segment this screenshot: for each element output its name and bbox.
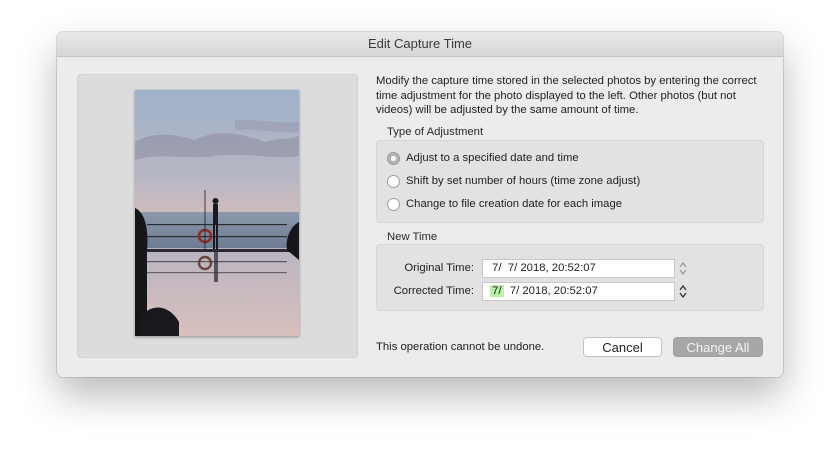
radio-shift-hours-label: Shift by set number of hours (time zone … xyxy=(406,175,641,187)
radio-shift-hours[interactable]: Shift by set number of hours (time zone … xyxy=(387,172,640,190)
radio-button[interactable] xyxy=(387,174,400,188)
corrected-time-rest: 7/ 2018, 20:52:07 xyxy=(503,285,598,297)
corrected-time-label: Corrected Time: xyxy=(393,285,474,297)
corrected-month-selected[interactable]: 7/ xyxy=(490,285,504,297)
radio-button-selected[interactable] xyxy=(387,151,400,165)
radio-file-creation-date-label: Change to file creation date for each im… xyxy=(406,198,623,210)
edit-capture-time-dialog: Edit Capture Time Modify the capture tim… xyxy=(57,32,783,377)
radio-file-creation-date[interactable]: Change to file creation date for each im… xyxy=(387,195,622,213)
corrected-time-stepper[interactable] xyxy=(678,283,688,300)
radio-specified-date[interactable]: Adjust to a specified date and time xyxy=(387,149,579,167)
photo-preview-panel xyxy=(77,74,358,358)
undo-warning: This operation cannot be undone. xyxy=(376,341,545,353)
original-time-field: 7/ 7/ 2018, 20:52:07 xyxy=(482,259,675,278)
change-all-button[interactable]: Change All xyxy=(673,337,763,357)
corrected-time-field[interactable]: 7/ 7/ 2018, 20:52:07 xyxy=(482,282,675,301)
cancel-button[interactable]: Cancel xyxy=(583,337,662,357)
original-time-label: Original Time: xyxy=(404,262,474,274)
original-time-stepper xyxy=(678,260,688,277)
adjustment-type-label: Type of Adjustment xyxy=(387,126,484,138)
photo-thumbnail xyxy=(135,90,299,336)
new-time-label: New Time xyxy=(387,231,438,243)
dialog-description: Modify the capture time stored in the se… xyxy=(376,75,757,116)
radio-button[interactable] xyxy=(387,197,400,211)
adjustment-type-group: Adjust to a specified date and time Shif… xyxy=(376,140,764,223)
dialog-title: Edit Capture Time xyxy=(57,32,783,57)
radio-specified-date-label: Adjust to a specified date and time xyxy=(406,152,579,164)
